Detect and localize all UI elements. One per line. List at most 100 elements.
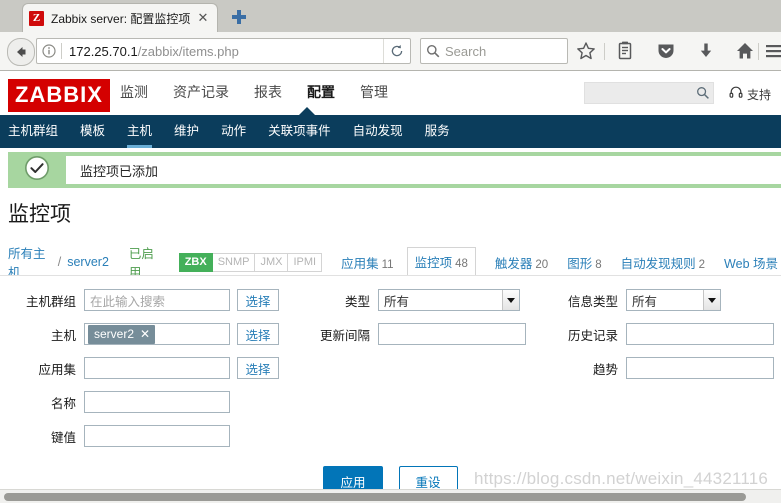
browser-search-bar[interactable]: Search <box>420 38 568 64</box>
tab-graphs-label: 图形 <box>567 256 593 271</box>
url-bar[interactable]: 172.25.70.1/zabbix/items.php <box>36 38 411 64</box>
tab-discovery-rules[interactable]: 自动发现规则 2 <box>621 253 705 272</box>
filter-label-history: 历史记录 <box>567 328 618 343</box>
message-icon-container <box>8 155 66 186</box>
type-select[interactable]: 所有 <box>378 289 520 311</box>
main-nav-administration[interactable]: 管理 <box>360 82 388 104</box>
main-nav-reports[interactable]: 报表 <box>254 82 282 104</box>
tab-graphs-count: 8 <box>595 258 602 271</box>
page-title: 监控项 <box>8 203 71 226</box>
back-button[interactable] <box>7 38 35 66</box>
host-chip-remove-icon[interactable]: ✕ <box>140 327 150 341</box>
subnav-event-correlation[interactable]: 关联项事件 <box>268 115 331 148</box>
filter-row-name: 名称 <box>8 391 230 413</box>
host-group-select-button[interactable]: 选择 <box>237 289 279 311</box>
tab-discovery-rules-label: 自动发现规则 <box>620 256 696 271</box>
tab-items-label: 监控项 <box>414 256 453 270</box>
success-message-banner: 监控项已添加 <box>8 152 781 188</box>
tab-web-scenarios-label: Web 场景 <box>724 256 778 271</box>
tab-triggers-count: 20 <box>535 258 549 271</box>
close-tab-icon[interactable]: ✕ <box>195 10 211 26</box>
interface-badge-zbx: ZBX <box>178 252 213 272</box>
toolbar-divider-2 <box>758 43 759 60</box>
subnav-hosts[interactable]: 主机 <box>127 115 153 148</box>
subnav-services[interactable]: 服务 <box>425 115 450 148</box>
reader-list-icon[interactable] <box>613 39 637 63</box>
info-type-select[interactable]: 所有 <box>626 289 721 311</box>
tab-discovery-rules-count: 2 <box>698 258 706 271</box>
search-icon <box>421 39 445 63</box>
horizontal-scrollbar[interactable] <box>0 489 781 503</box>
interface-badge-jmx: JMX <box>255 252 289 272</box>
zabbix-logo[interactable]: ZABBIX <box>8 79 110 112</box>
breadcrumb-separator: / <box>57 255 62 269</box>
name-input[interactable] <box>84 391 230 413</box>
url-host: 172.25.70.1 <box>69 43 138 59</box>
url-separator <box>61 43 62 59</box>
site-info-icon[interactable] <box>37 39 61 63</box>
host-group-placeholder: 在此输入搜索 <box>90 294 166 309</box>
scrollbar-thumb[interactable] <box>4 493 746 501</box>
update-interval-input[interactable] <box>378 323 526 345</box>
header-search-input[interactable] <box>584 82 714 104</box>
host-group-input[interactable]: 在此输入搜索 <box>84 289 230 311</box>
screen-root: Z Zabbix server: 配置监控项 ✕ 172.25.70.1/zab… <box>0 0 781 503</box>
main-navigation: 监测 资产记录 报表 配置 管理 <box>120 82 413 104</box>
host-chip[interactable]: server2 ✕ <box>88 324 156 344</box>
tab-items[interactable]: 监控项 48 <box>406 247 476 277</box>
tab-applications-label: 应用集 <box>341 256 379 271</box>
filter-row-type: 类型 所有 <box>300 289 520 311</box>
subnav-discovery[interactable]: 自动发现 <box>353 115 403 148</box>
home-icon[interactable] <box>733 39 757 63</box>
pocket-icon[interactable] <box>654 39 678 63</box>
type-select-value: 所有 <box>384 294 410 309</box>
main-nav-inventory[interactable]: 资产记录 <box>173 82 229 104</box>
filter-row-host-group: 主机群组 在此输入搜索 选择 <box>8 289 279 311</box>
info-type-select-value: 所有 <box>632 294 658 309</box>
menu-icon[interactable] <box>764 39 781 63</box>
filter-row-app-set: 应用集 选择 <box>8 357 279 379</box>
tab-applications[interactable]: 应用集 11 <box>341 253 393 272</box>
filter-row-trends: 趋势 <box>552 357 774 379</box>
history-input[interactable] <box>626 323 774 345</box>
host-chip-label: server2 <box>94 326 135 341</box>
key-input[interactable] <box>84 425 230 447</box>
subnav-maintenance[interactable]: 维护 <box>174 115 199 148</box>
subnav-templates[interactable]: 模板 <box>80 115 105 148</box>
downloads-icon[interactable] <box>694 39 718 63</box>
main-nav-configuration[interactable]: 配置 <box>307 82 335 104</box>
interface-badges: ZBX SNMP JMX IPMI <box>178 252 323 272</box>
app-set-select-button[interactable]: 选择 <box>237 357 279 379</box>
filter-label-info-type: 信息类型 <box>567 294 618 309</box>
tab-applications-count: 11 <box>381 258 394 271</box>
filter-label-update-interval: 更新间隔 <box>319 328 370 343</box>
interface-badge-snmp: SNMP <box>212 252 256 272</box>
tab-web-scenarios[interactable]: Web 场景 <box>724 253 778 272</box>
bookmark-star-icon[interactable] <box>574 39 598 63</box>
tab-graphs[interactable]: 图形 8 <box>567 253 601 272</box>
headset-icon <box>729 85 743 104</box>
new-tab-icon[interactable] <box>228 6 250 28</box>
reload-icon[interactable] <box>383 39 410 63</box>
browser-tab-title: Zabbix server: 配置监控项 <box>51 11 191 26</box>
chevron-down-icon-2 <box>703 290 720 310</box>
browser-tab[interactable]: Z Zabbix server: 配置监控项 ✕ <box>22 3 218 32</box>
main-nav-monitoring[interactable]: 监测 <box>120 82 148 104</box>
header-search-icon[interactable] <box>696 86 710 100</box>
url-text: 172.25.70.1/zabbix/items.php <box>69 44 383 59</box>
chevron-down-icon <box>502 290 519 310</box>
host-input[interactable]: server2 ✕ <box>84 323 230 345</box>
breadcrumb-host[interactable]: server2 <box>67 255 109 269</box>
filter-label-app-set: 应用集 <box>38 362 76 377</box>
filter-label-trends: 趋势 <box>592 362 618 377</box>
subnav-host-groups[interactable]: 主机群组 <box>8 115 58 148</box>
support-link[interactable]: 支持 <box>729 85 771 104</box>
filter-row-history: 历史记录 <box>552 323 774 345</box>
app-set-input[interactable] <box>84 357 230 379</box>
host-select-button[interactable]: 选择 <box>237 323 279 345</box>
subnav-actions[interactable]: 动作 <box>221 115 246 148</box>
tab-triggers-label: 触发器 <box>494 256 533 271</box>
tab-triggers[interactable]: 触发器 20 <box>495 253 548 272</box>
trends-input[interactable] <box>626 357 774 379</box>
toolbar-divider <box>604 43 605 60</box>
